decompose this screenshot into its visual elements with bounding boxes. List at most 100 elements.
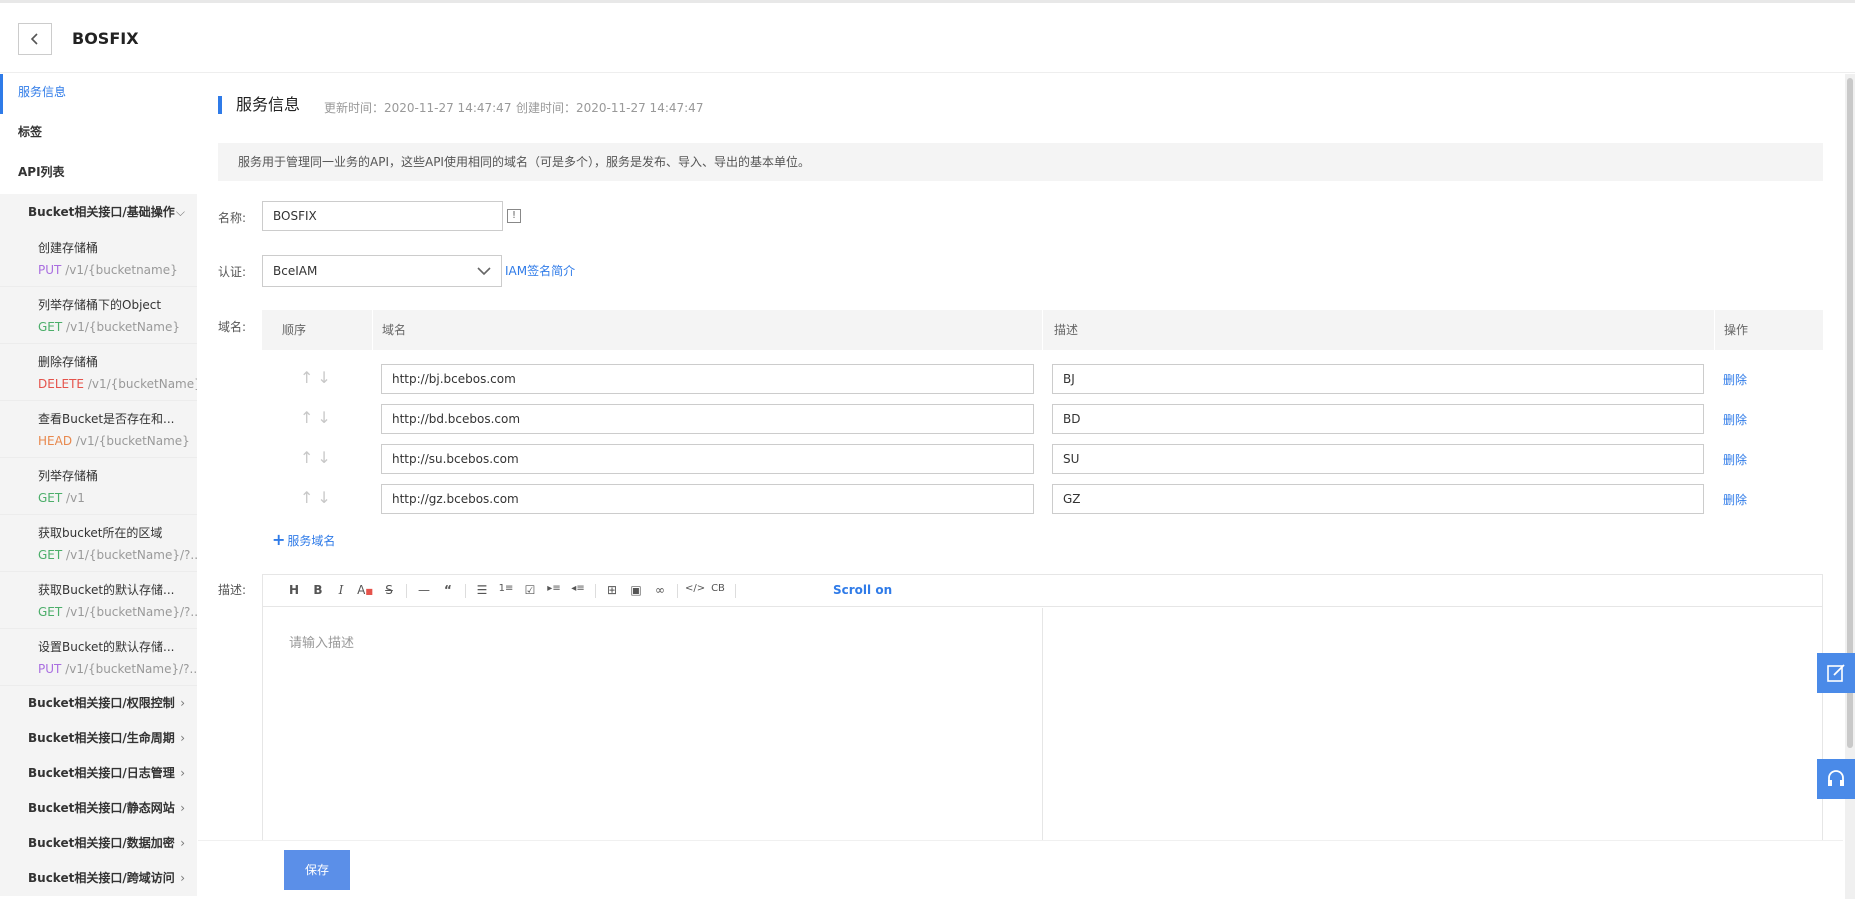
toolbar-divider <box>735 584 736 598</box>
api-name: 获取bucket所在的区域 <box>38 526 163 540</box>
chevron-down-icon <box>477 267 491 276</box>
domain-table: 顺序 域名 描述 操作 ↑↓ http://bj.bcebos.com BJ 删… <box>262 310 1823 516</box>
api-group-permissions[interactable]: Bucket相关接口/权限控制 › <box>0 686 197 721</box>
strikethrough-icon[interactable]: S <box>380 583 398 597</box>
delete-domain-link[interactable]: 删除 <box>1723 371 1747 388</box>
api-name: 删除存储桶 <box>38 355 99 369</box>
sidebar-item-service-info[interactable]: 服务信息 <box>0 74 197 114</box>
api-item[interactable]: 创建存储桶 PUT /v1/{bucketname} <box>0 230 197 287</box>
delete-domain-link[interactable]: 删除 <box>1723 411 1747 428</box>
outdent-icon[interactable]: ◂≡ <box>569 583 587 594</box>
support-button[interactable] <box>1817 759 1855 799</box>
scroll-sync-toggle[interactable]: Scroll on <box>833 583 892 597</box>
save-button[interactable]: 保存 <box>284 850 350 890</box>
horizontal-rule-icon[interactable]: — <box>415 583 433 597</box>
auth-select[interactable]: BceIAM <box>262 255 502 287</box>
api-path: /v1 <box>66 491 85 505</box>
api-method: PUT <box>38 263 62 277</box>
api-item[interactable]: 设置Bucket的默认存储... PUT /v1/{bucketName}/?.… <box>0 629 197 686</box>
table-icon[interactable]: ⊞ <box>603 583 621 597</box>
reorder-arrows-icon[interactable]: ↑↓ <box>300 368 335 387</box>
table-header: 顺序 域名 描述 操作 <box>262 310 1823 350</box>
api-item[interactable]: 查看Bucket是否存在和... HEAD /v1/{bucketName} <box>0 401 197 458</box>
delete-domain-link[interactable]: 删除 <box>1723 491 1747 508</box>
domain-input[interactable]: http://gz.bcebos.com <box>381 484 1034 514</box>
scrollbar-thumb[interactable] <box>1847 78 1853 748</box>
created-time: 创建时间：2020-11-27 14:47:47 <box>516 101 704 115</box>
toolbar-divider <box>406 584 407 598</box>
italic-icon[interactable]: I <box>332 583 350 597</box>
api-name: 创建存储桶 <box>38 241 99 255</box>
reorder-arrows-icon[interactable]: ↑↓ <box>300 488 335 507</box>
api-item[interactable]: 列举存储桶 GET /v1 <box>0 458 197 515</box>
api-path: /v1/{bucketName}/?... <box>65 662 197 676</box>
footer-bar: 保存 <box>198 840 1843 899</box>
heading-icon[interactable]: H <box>285 583 303 597</box>
api-item[interactable]: 获取bucket所在的区域 GET /v1/{bucketName}/?... <box>0 515 197 572</box>
toolbar-divider <box>595 584 596 598</box>
api-group-encryption[interactable]: Bucket相关接口/数据加密 › <box>0 826 197 861</box>
auth-label: 认证: <box>218 265 247 279</box>
text-color-icon[interactable]: A■ <box>356 583 374 597</box>
col-domain: 域名 <box>382 323 407 337</box>
delete-domain-link[interactable]: 删除 <box>1723 451 1747 468</box>
api-group-lifecycle[interactable]: Bucket相关接口/生命周期 › <box>0 721 197 756</box>
info-icon[interactable]: ! <box>507 209 521 223</box>
api-method: GET <box>38 605 63 619</box>
api-name: 查看Bucket是否存在和... <box>38 412 175 426</box>
table-row: ↑↓ http://su.bcebos.com SU 删除 <box>262 436 1823 476</box>
image-icon[interactable]: ▣ <box>627 583 645 597</box>
sidebar-item-api-list[interactable]: API列表 <box>0 154 197 194</box>
api-path: /v1/{bucketName}/?... <box>66 548 197 562</box>
domain-desc-input[interactable]: GZ <box>1052 484 1704 514</box>
task-list-icon[interactable]: ☑ <box>521 583 539 597</box>
bold-icon[interactable]: B <box>309 583 327 597</box>
api-group-static-site[interactable]: Bucket相关接口/静态网站 › <box>0 791 197 826</box>
code-icon[interactable]: </> <box>685 583 705 594</box>
api-group-basic[interactable]: Bucket相关接口/基础操作 ⌵ <box>0 194 197 230</box>
col-divider <box>1042 310 1043 350</box>
domain-input[interactable]: http://bj.bcebos.com <box>381 364 1034 394</box>
chevron-right-icon: › <box>180 801 185 815</box>
api-item[interactable]: 删除存储桶 DELETE /v1/{bucketName} <box>0 344 197 401</box>
back-button[interactable] <box>18 23 52 55</box>
domain-desc-input[interactable]: BD <box>1052 404 1704 434</box>
numbered-list-icon[interactable]: 1≡ <box>497 583 515 594</box>
bullet-list-icon[interactable]: ☰ <box>473 583 491 597</box>
domain-desc-input[interactable]: BJ <box>1052 364 1704 394</box>
sidebar-item-tags[interactable]: 标签 <box>0 114 197 154</box>
col-divider <box>1714 310 1715 350</box>
quote-icon[interactable]: “ <box>439 583 457 597</box>
iam-signature-link[interactable]: IAM签名简介 <box>505 262 575 279</box>
reorder-arrows-icon[interactable]: ↑↓ <box>300 408 335 427</box>
api-item[interactable]: 获取Bucket的默认存储... GET /v1/{bucketName}/?.… <box>0 572 197 629</box>
api-group-logging[interactable]: Bucket相关接口/日志管理 › <box>0 756 197 791</box>
sidebar: 服务信息 标签 API列表 Bucket相关接口/基础操作 ⌵ 创建存储桶 PU… <box>0 74 197 899</box>
table-row: ↑↓ http://bd.bcebos.com BD 删除 <box>262 396 1823 436</box>
api-method: GET <box>38 491 63 505</box>
domain-input[interactable]: http://bd.bcebos.com <box>381 404 1034 434</box>
chevron-right-icon: › <box>180 696 185 710</box>
name-input[interactable]: BOSFIX <box>262 201 503 231</box>
feedback-button[interactable] <box>1817 653 1855 693</box>
chevron-down-icon: ⌵ <box>175 205 185 219</box>
api-group-label: Bucket相关接口/权限控制 <box>28 696 175 710</box>
desc-label: 描述: <box>218 583 247 597</box>
code-block-icon[interactable]: CB <box>709 583 727 594</box>
domain-input[interactable]: http://su.bcebos.com <box>381 444 1034 474</box>
domain-desc-input[interactable]: SU <box>1052 444 1704 474</box>
api-group-label: Bucket相关接口/生命周期 <box>28 731 175 745</box>
api-path: /v1/{bucketName}/?... <box>66 605 197 619</box>
table-row: ↑↓ http://bj.bcebos.com BJ 删除 <box>262 356 1823 396</box>
reorder-arrows-icon[interactable]: ↑↓ <box>300 448 335 467</box>
add-domain-button[interactable]: + 服务域名 <box>272 530 335 549</box>
api-group-label: Bucket相关接口/数据加密 <box>28 836 175 850</box>
api-name: 列举存储桶下的Object <box>38 298 162 312</box>
api-group-cors[interactable]: Bucket相关接口/跨域访问 › <box>0 861 197 896</box>
indent-icon[interactable]: ▸≡ <box>545 583 563 594</box>
link-icon[interactable]: ∞ <box>651 583 669 597</box>
table-row: ↑↓ http://gz.bcebos.com GZ 删除 <box>262 476 1823 516</box>
app-header: BOSFIX <box>0 3 1855 73</box>
api-method: DELETE <box>38 377 85 391</box>
api-item[interactable]: 列举存储桶下的Object GET /v1/{bucketName} <box>0 287 197 344</box>
